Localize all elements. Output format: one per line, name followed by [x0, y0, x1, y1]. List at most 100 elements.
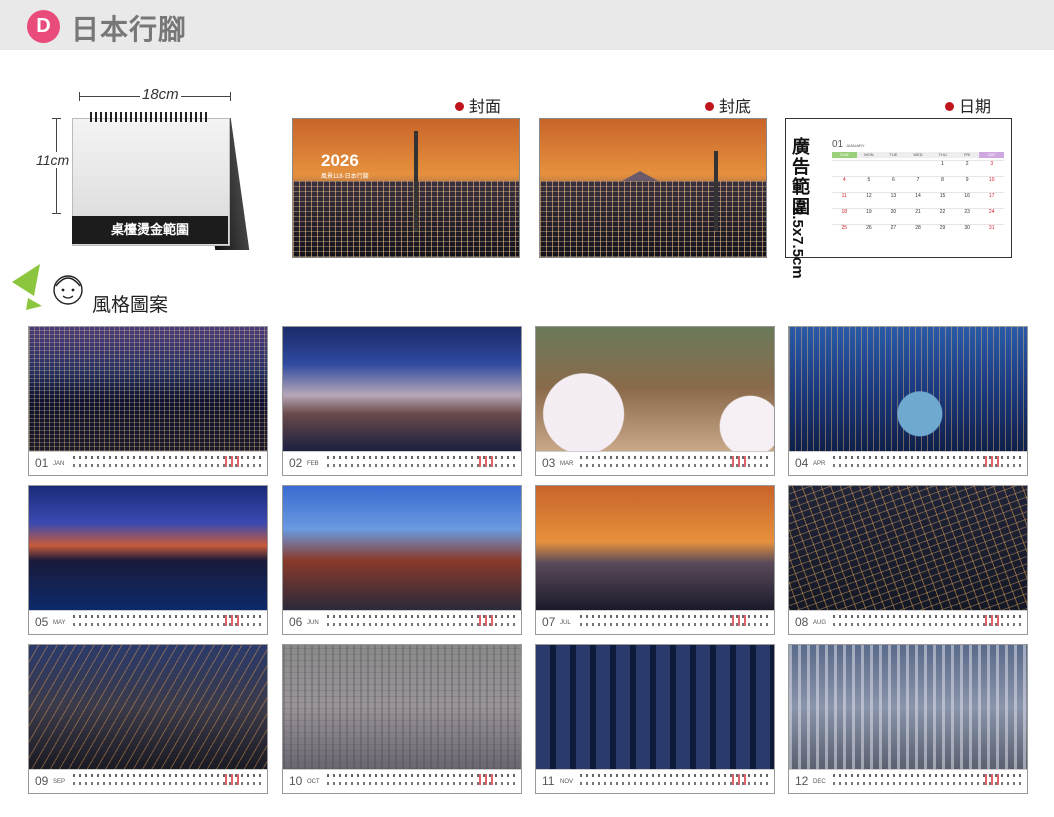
month-card[interactable]: 11 NOV: [535, 644, 775, 794]
date-cell: 4: [832, 176, 857, 190]
date-cell: 9: [954, 176, 980, 190]
date-cell: 2: [954, 160, 980, 174]
ad-area-text: 廣告範圍: [792, 137, 810, 217]
back-preview[interactable]: [539, 118, 767, 258]
date-cell: 30: [954, 224, 980, 238]
month-card[interactable]: 04 APR: [788, 326, 1028, 476]
month-photo: [536, 486, 774, 610]
day-row: [73, 774, 261, 788]
month-card[interactable]: 12 DEC: [788, 644, 1028, 794]
cover-year: 2026: [321, 151, 359, 170]
red-dot-icon: [705, 102, 714, 111]
date-cell: 13: [881, 192, 906, 206]
page-title: 日本行腳: [71, 14, 188, 45]
date-cell: 14: [905, 192, 931, 206]
height-label: 11cm: [36, 152, 70, 168]
cover-subtitle: 風景118·日本行腳: [321, 174, 369, 180]
month-date-strip: 07 JUL: [536, 610, 774, 634]
mini-calendar: 01 JANUARY SUN MON TUE WED THU FRI SAT 1234567…: [832, 139, 1005, 238]
red-dot-icon: [455, 102, 464, 111]
section-badge: D: [27, 10, 60, 43]
weekday-label: FRI: [954, 152, 980, 158]
weekday-label: SUN: [832, 152, 857, 158]
mini-calendar-dates: 1 2 3 4 5 6 7 8 9 10 11 12 13 14 15 16 17 18 19 20 21 22 23 24 2…: [832, 160, 1004, 238]
month-abbr: JUL: [560, 620, 571, 626]
hot-stamp-plate: 桌檯燙金範圍: [72, 216, 228, 244]
month-number: 04: [795, 456, 809, 470]
day-row: [327, 456, 515, 470]
month-card[interactable]: 08 AUG: [788, 485, 1028, 635]
month-number: 03: [542, 456, 556, 470]
month-number: 07: [542, 615, 556, 629]
date-cell: [832, 160, 857, 174]
month-card[interactable]: 07 JUL: [535, 485, 775, 635]
city-lights: [293, 181, 519, 257]
date-cell: 28: [905, 224, 931, 238]
weekday-label: TUE: [881, 152, 906, 158]
date-cell: 26: [856, 224, 882, 238]
month-abbr: JUN: [307, 620, 319, 626]
month-abbr: NOV: [560, 779, 574, 785]
date-cell: 31: [979, 224, 1004, 238]
month-photo: [283, 645, 521, 769]
month-photo: [536, 645, 774, 769]
date-cell: 11: [832, 192, 857, 206]
date-cell: 22: [930, 208, 955, 222]
month-photo: [789, 645, 1027, 769]
date-cell: 20: [881, 208, 906, 222]
weekday-label: MON: [856, 152, 882, 158]
month-date-strip: 06 JUN: [283, 610, 521, 634]
spiral-binding: [90, 112, 208, 122]
date-cell: 17: [979, 192, 1004, 206]
width-label: 18cm: [140, 86, 181, 103]
day-row: [327, 774, 515, 788]
date-cell: 21: [905, 208, 931, 222]
month-photo: [789, 486, 1027, 610]
date-cell: 19: [856, 208, 882, 222]
mini-calendar-month: 01 JANUARY: [832, 139, 865, 150]
month-abbr: JAN: [53, 461, 65, 467]
weekday-label: WED: [905, 152, 931, 158]
day-row: [833, 456, 1021, 470]
date-cell: 29: [930, 224, 955, 238]
date-cell: 25: [832, 224, 857, 238]
month-date-strip: 08 AUG: [789, 610, 1027, 634]
date-cell: 1: [930, 160, 955, 174]
day-row: [73, 615, 261, 629]
month-card[interactable]: 02 FEB: [282, 326, 522, 476]
day-row: [327, 615, 515, 629]
date-label: 日期: [945, 93, 991, 117]
month-card[interactable]: 05 MAY: [28, 485, 268, 635]
month-card[interactable]: 10 OCT: [282, 644, 522, 794]
month-photo: [536, 327, 774, 451]
day-row: [580, 456, 768, 470]
day-row: [580, 615, 768, 629]
month-number: 08: [795, 615, 809, 629]
date-cell: 27: [881, 224, 906, 238]
day-row: [833, 774, 1021, 788]
date-cell: 23: [954, 208, 980, 222]
date-cell: 5: [856, 176, 882, 190]
month-card[interactable]: 01 JAN: [28, 326, 268, 476]
month-abbr: SEP: [53, 779, 66, 785]
month-card[interactable]: 03 MAR: [535, 326, 775, 476]
month-abbr: MAR: [560, 461, 574, 467]
month-number: 09: [35, 774, 49, 788]
month-card[interactable]: 09 SEP: [28, 644, 268, 794]
month-card[interactable]: 06 JUN: [282, 485, 522, 635]
month-abbr: APR: [813, 461, 826, 467]
date-preview[interactable]: 廣告範圍 2.5x7.5cm 01 JANUARY SUN MON TUE WED TH…: [785, 118, 1012, 279]
desk-calendar-illustration: 桌檯燙金範圍: [72, 112, 250, 250]
day-row: [580, 774, 768, 788]
date-cell: 16: [954, 192, 980, 206]
month-number: 06: [289, 615, 303, 629]
date-cell: 12: [856, 192, 882, 206]
month-photo: [29, 645, 267, 769]
date-cell: 3: [979, 160, 1004, 174]
style-section-label: 風格圖案: [92, 295, 169, 316]
month-abbr: MAY: [53, 620, 66, 626]
month-date-strip: 05 MAY: [29, 610, 267, 634]
cover-preview[interactable]: 2026 風景118·日本行腳: [292, 118, 520, 258]
ad-area-size: 2.5x7.5cm: [789, 207, 806, 279]
month-number: 02: [289, 456, 303, 470]
